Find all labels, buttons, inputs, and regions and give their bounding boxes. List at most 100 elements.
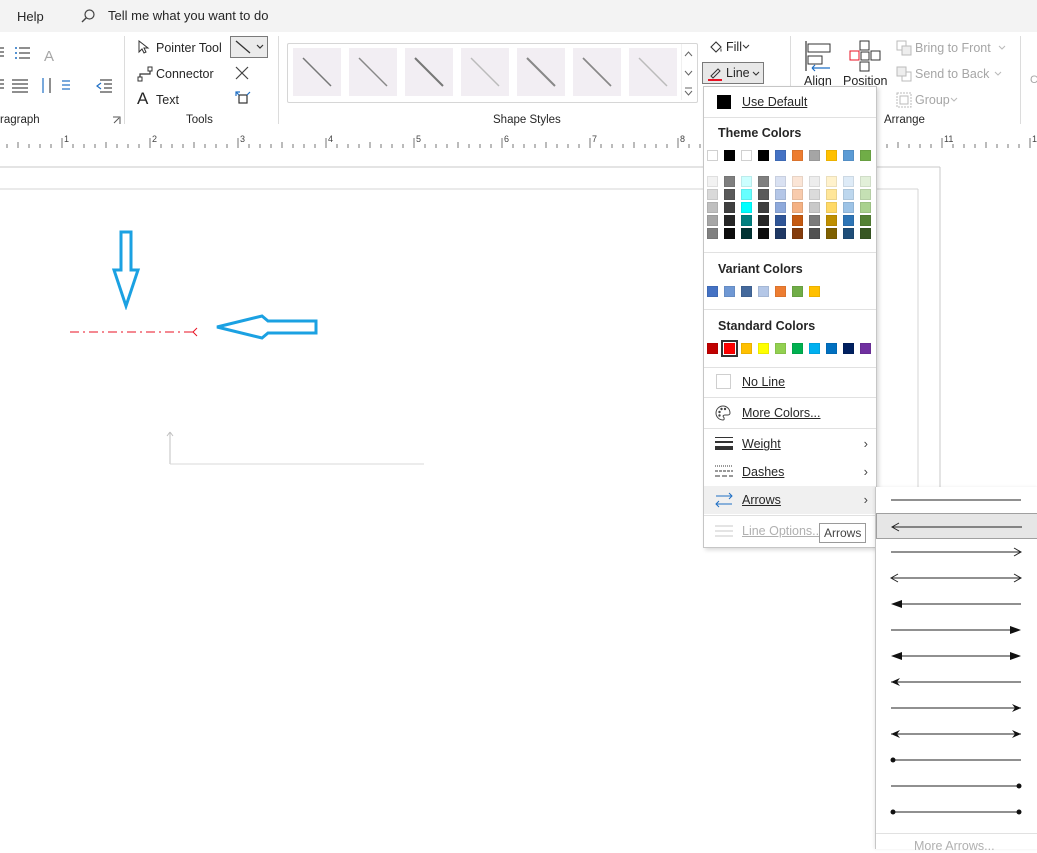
theme-color-swatch[interactable] — [843, 150, 854, 161]
shape-style-thumb[interactable] — [293, 48, 341, 96]
theme-shade-swatch[interactable] — [724, 215, 735, 226]
down-arrow-shape[interactable] — [110, 228, 142, 310]
standard-color-swatch[interactable] — [707, 343, 718, 354]
shape-style-thumb[interactable] — [517, 48, 565, 96]
text-tool-button[interactable]: Text — [156, 93, 179, 107]
tell-me-search-input[interactable]: Tell me what you want to do — [108, 8, 268, 23]
shape-style-thumb[interactable] — [573, 48, 621, 96]
theme-shade-swatch[interactable] — [843, 215, 854, 226]
standard-color-swatch[interactable] — [843, 343, 854, 354]
line-color-button[interactable]: Line — [702, 62, 764, 84]
theme-shade-swatch[interactable] — [775, 189, 786, 200]
fill-button[interactable]: Fill — [726, 40, 742, 54]
theme-shade-swatch[interactable] — [707, 215, 718, 226]
arrow-style-option[interactable] — [876, 773, 1037, 799]
arrows-item[interactable]: Arrows › — [704, 486, 876, 514]
theme-shade-swatch[interactable] — [792, 176, 803, 187]
theme-shade-swatch[interactable] — [758, 202, 769, 213]
theme-color-swatch[interactable] — [792, 150, 803, 161]
theme-shade-swatch[interactable] — [792, 202, 803, 213]
theme-shade-swatch[interactable] — [843, 228, 854, 239]
paragraph-launcher-icon[interactable] — [112, 116, 121, 125]
theme-shade-swatch[interactable] — [741, 202, 752, 213]
bring-to-front-button[interactable]: Bring to Front — [915, 41, 991, 55]
connector-line-shape[interactable] — [160, 426, 430, 468]
theme-shade-swatch[interactable] — [826, 176, 837, 187]
theme-shade-swatch[interactable] — [724, 176, 735, 187]
standard-color-swatch[interactable] — [741, 343, 752, 354]
theme-shade-swatch[interactable] — [724, 202, 735, 213]
theme-shade-swatch[interactable] — [775, 202, 786, 213]
theme-shade-swatch[interactable] — [775, 215, 786, 226]
theme-shade-swatch[interactable] — [741, 176, 752, 187]
theme-shade-swatch[interactable] — [860, 202, 871, 213]
variant-color-swatch[interactable] — [741, 286, 752, 297]
theme-shade-swatch[interactable] — [758, 215, 769, 226]
pointer-tool-button[interactable]: Pointer Tool — [156, 41, 222, 55]
close-shape-icon[interactable] — [234, 65, 250, 81]
gallery-scroll-controls[interactable] — [681, 44, 696, 100]
theme-color-swatch[interactable] — [860, 150, 871, 161]
theme-shade-swatch[interactable] — [724, 189, 735, 200]
more-arrows-item[interactable]: More Arrows... — [914, 839, 995, 853]
theme-shade-swatch[interactable] — [843, 189, 854, 200]
variant-color-swatch[interactable] — [775, 286, 786, 297]
theme-shade-swatch[interactable] — [809, 202, 820, 213]
theme-shade-swatch[interactable] — [826, 228, 837, 239]
arrow-style-option[interactable] — [876, 539, 1037, 565]
theme-shade-swatch[interactable] — [809, 215, 820, 226]
arrow-style-option[interactable] — [876, 747, 1037, 773]
shape-style-thumb[interactable] — [629, 48, 677, 96]
theme-shade-swatch[interactable] — [741, 215, 752, 226]
weight-item[interactable]: Weight › — [704, 430, 876, 458]
group-button[interactable]: Group — [915, 93, 950, 107]
theme-shade-swatch[interactable] — [809, 176, 820, 187]
theme-shade-swatch[interactable] — [843, 202, 854, 213]
align-icon[interactable] — [804, 40, 834, 72]
theme-shade-swatch[interactable] — [843, 176, 854, 187]
line-tool-button[interactable] — [230, 36, 268, 58]
shape-style-thumb[interactable] — [461, 48, 509, 96]
more-colors-item[interactable]: More Colors... — [704, 399, 876, 427]
shape-style-thumb[interactable] — [405, 48, 453, 96]
theme-shade-swatch[interactable] — [741, 228, 752, 239]
connection-point-icon[interactable] — [234, 90, 252, 108]
arrow-style-option[interactable] — [876, 669, 1037, 695]
left-arrow-shape[interactable] — [212, 313, 322, 341]
search-icon[interactable] — [80, 8, 96, 24]
standard-color-swatch[interactable] — [758, 343, 769, 354]
theme-shade-swatch[interactable] — [758, 228, 769, 239]
arrow-style-option[interactable] — [876, 487, 1037, 513]
theme-color-swatch[interactable] — [826, 150, 837, 161]
use-default-item[interactable]: Use Default — [704, 88, 876, 116]
dashes-item[interactable]: Dashes › — [704, 458, 876, 486]
standard-color-swatch[interactable] — [775, 343, 786, 354]
theme-color-swatch[interactable] — [724, 150, 735, 161]
theme-shade-swatch[interactable] — [809, 228, 820, 239]
position-icon[interactable] — [849, 40, 881, 72]
arrow-style-option[interactable] — [876, 643, 1037, 669]
theme-shade-swatch[interactable] — [826, 202, 837, 213]
variant-color-swatch[interactable] — [792, 286, 803, 297]
standard-color-swatch[interactable] — [809, 343, 820, 354]
theme-shade-swatch[interactable] — [707, 176, 718, 187]
standard-color-swatch[interactable] — [860, 343, 871, 354]
theme-shade-swatch[interactable] — [724, 228, 735, 239]
arrow-style-option[interactable] — [876, 513, 1037, 539]
theme-shade-swatch[interactable] — [707, 202, 718, 213]
theme-shade-swatch[interactable] — [860, 215, 871, 226]
theme-shade-swatch[interactable] — [860, 228, 871, 239]
send-to-back-button[interactable]: Send to Back — [915, 67, 989, 81]
theme-shade-swatch[interactable] — [792, 215, 803, 226]
theme-shade-swatch[interactable] — [758, 176, 769, 187]
theme-color-swatch[interactable] — [809, 150, 820, 161]
theme-shade-swatch[interactable] — [707, 189, 718, 200]
theme-shade-swatch[interactable] — [775, 176, 786, 187]
variant-color-swatch[interactable] — [724, 286, 735, 297]
theme-shade-swatch[interactable] — [809, 189, 820, 200]
arrow-style-option[interactable] — [876, 695, 1037, 721]
shape-style-thumb[interactable] — [349, 48, 397, 96]
arrow-style-option[interactable] — [876, 799, 1037, 825]
arrow-style-option[interactable] — [876, 617, 1037, 643]
arrow-style-option[interactable] — [876, 565, 1037, 591]
